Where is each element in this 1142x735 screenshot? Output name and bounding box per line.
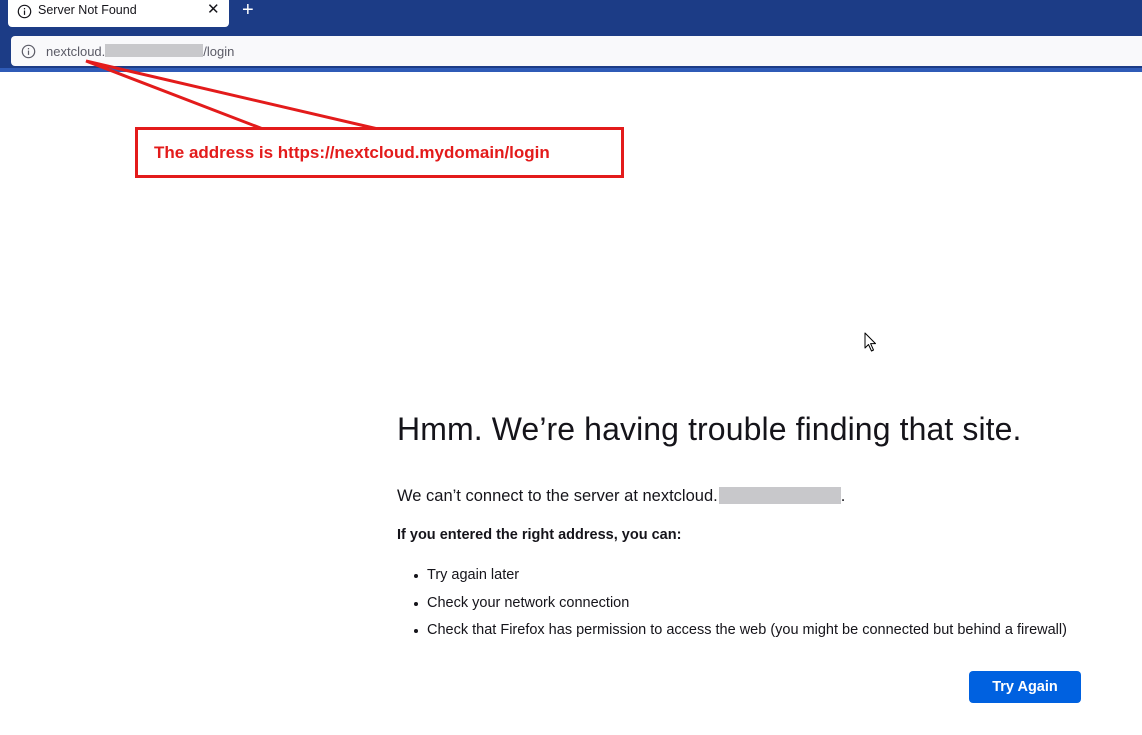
error-description-prefix: We can’t connect to the server at nextcl… — [397, 487, 718, 505]
info-icon — [17, 4, 32, 19]
tab-title: Server Not Found — [38, 3, 137, 17]
error-title: Hmm. We’re having trouble finding that s… — [397, 411, 1022, 447]
list-item: Try again later — [414, 562, 1067, 590]
suggestion-list: Try again later Check your network conne… — [414, 562, 1067, 645]
error-description: We can’t connect to the server at nextcl… — [397, 487, 845, 506]
url-suffix: /login — [203, 44, 235, 59]
error-subheading: If you entered the right address, you ca… — [397, 527, 682, 543]
list-item: Check that Firefox has permission to acc… — [414, 617, 1067, 645]
tab-server-not-found[interactable]: Server Not Found ✕ — [8, 0, 229, 27]
tab-close-icon[interactable]: ✕ — [207, 2, 220, 17]
tab-strip: Server Not Found ✕ + — [0, 0, 1142, 30]
annotation-box: The address is https://nextcloud.mydomai… — [135, 127, 624, 178]
url-text[interactable]: nextcloud. /login — [46, 44, 234, 59]
address-bar[interactable]: nextcloud. /login — [11, 36, 1142, 66]
annotation-text: The address is https://nextcloud.mydomai… — [154, 142, 550, 162]
info-icon[interactable] — [21, 44, 36, 59]
url-prefix: nextcloud. — [46, 44, 106, 59]
mouse-cursor-icon — [864, 332, 876, 352]
error-description-suffix: . — [840, 487, 846, 505]
list-item: Check your network connection — [414, 590, 1067, 618]
redacted-domain — [105, 44, 204, 57]
try-again-button[interactable]: Try Again — [969, 671, 1081, 703]
new-tab-button[interactable]: + — [242, 0, 254, 20]
redacted-domain — [718, 487, 841, 504]
navigation-bar: nextcloud. /login — [0, 30, 1142, 72]
